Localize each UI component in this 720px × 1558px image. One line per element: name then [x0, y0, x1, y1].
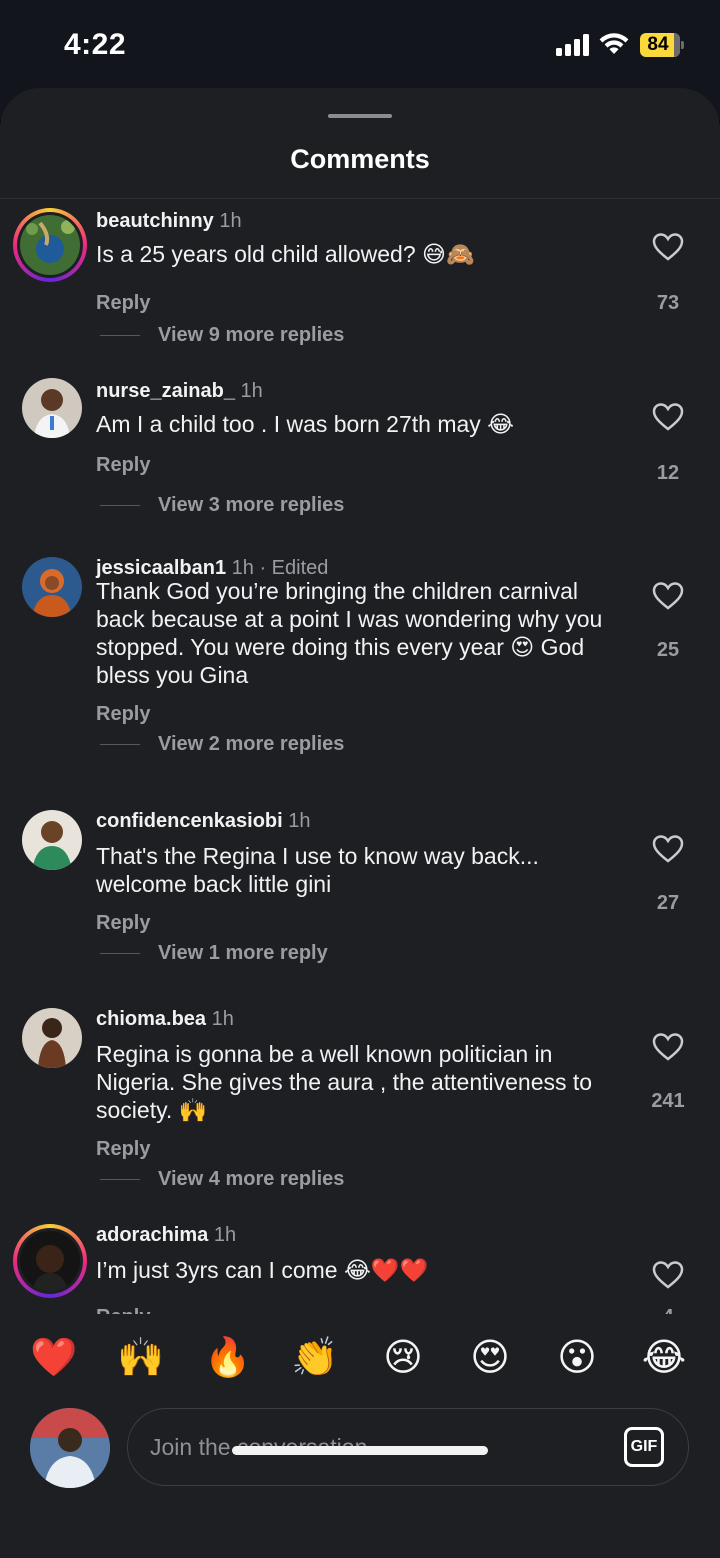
comment-username[interactable]: beautchinny — [96, 210, 214, 232]
comments-sheet: Comments beautchinny 1h Is a 25 years ol… — [0, 88, 720, 1558]
comment-header: chioma.bea 1h — [96, 1008, 234, 1031]
comment-meta: 1h — [240, 380, 263, 402]
like-count: 73 — [656, 292, 680, 314]
like-heart-icon[interactable] — [652, 402, 684, 432]
comment-text: I’m just 3yrs can I come 😂❤️❤️ — [96, 1257, 429, 1283]
reaction-fire[interactable]: 🔥 — [204, 1334, 252, 1382]
comment-username[interactable]: chioma.bea — [96, 1008, 206, 1030]
avatar[interactable] — [22, 378, 82, 438]
reaction-laughing[interactable]: 😂 — [640, 1334, 688, 1382]
comment-header: beautchinny 1h — [96, 210, 242, 233]
comment-text: Is a 25 years old child allowed? 😅🙈 — [96, 241, 475, 267]
like-count: 12 — [656, 462, 680, 484]
view-more-replies[interactable]: View 1 more reply — [100, 942, 328, 965]
wifi-icon — [599, 33, 629, 54]
comment-text: That's the Regina I use to know way back… — [96, 843, 539, 897]
reaction-surprised[interactable]: 😮 — [553, 1334, 601, 1382]
status-bar: 4:22 84 — [0, 0, 720, 90]
reaction-heart-eyes[interactable]: 😍 — [466, 1334, 514, 1382]
view-more-replies-label: View 4 more replies — [158, 1168, 345, 1190]
like-heart-icon[interactable] — [652, 581, 684, 611]
sheet-drag-handle[interactable] — [328, 114, 392, 118]
comment-header: confidencenkasiobi 1h — [96, 810, 311, 833]
comment-username[interactable]: confidencenkasiobi — [96, 810, 283, 832]
comment-text: Regina is gonna be a well known politici… — [96, 1041, 593, 1123]
avatar[interactable] — [13, 208, 87, 282]
reply-button[interactable]: Reply — [96, 703, 150, 726]
comments-list[interactable]: beautchinny 1h Is a 25 years old child a… — [0, 200, 720, 1314]
like-heart-icon[interactable] — [652, 834, 684, 864]
like-heart-icon[interactable] — [652, 1260, 684, 1290]
avatar[interactable] — [13, 1224, 87, 1298]
reaction-heart[interactable]: ❤️ — [30, 1334, 78, 1382]
comment-username[interactable]: nurse_zainab_ — [96, 380, 235, 402]
avatar[interactable] — [22, 1008, 82, 1068]
view-more-replies[interactable]: View 2 more replies — [100, 733, 344, 756]
comment-meta: 1h — [213, 1224, 237, 1246]
sheet-title: Comments — [290, 144, 430, 174]
comment-username[interactable]: jessicaalban1 — [96, 557, 226, 579]
view-more-replies-label: View 3 more replies — [158, 494, 345, 516]
reaction-raised-hands[interactable]: 🙌 — [117, 1334, 165, 1382]
comment-header: adorachima 1h — [96, 1224, 236, 1247]
comment-meta: 1h — [211, 1008, 234, 1030]
comment-username[interactable]: adorachima — [96, 1224, 208, 1246]
comment-meta: 1h — [219, 210, 242, 232]
title-divider — [0, 198, 720, 199]
like-count: 27 — [656, 892, 680, 914]
like-heart-icon[interactable] — [652, 232, 684, 262]
reaction-clapping[interactable]: 👏 — [291, 1334, 339, 1382]
view-more-replies[interactable]: View 4 more replies — [100, 1168, 344, 1191]
comment-text: Thank God you’re bringing the children c… — [96, 578, 603, 688]
reply-button[interactable]: Reply — [96, 912, 150, 935]
battery-level: 84 — [647, 34, 669, 55]
comment-meta: 1h · Edited — [231, 557, 329, 579]
like-count: 241 — [651, 1090, 685, 1112]
emoji-reaction-bar: ❤️ 🙌 🔥 👏 😢 😍 😮 😂 — [0, 1314, 720, 1394]
like-count: 25 — [656, 639, 680, 661]
home-indicator[interactable] — [232, 1446, 488, 1455]
comment-header: nurse_zainab_ 1h — [96, 380, 263, 403]
view-more-replies-label: View 9 more replies — [158, 324, 345, 346]
status-time: 4:22 — [64, 28, 127, 61]
view-more-replies[interactable]: View 3 more replies — [100, 494, 344, 517]
reply-button[interactable]: Reply — [96, 292, 150, 315]
battery-indicator: 84 — [640, 33, 684, 57]
cellular-signal-icon — [556, 34, 589, 56]
reply-button[interactable]: Reply — [96, 1138, 150, 1161]
view-more-replies[interactable]: View 9 more replies — [100, 324, 344, 347]
like-count: 4 — [628, 1306, 708, 1314]
avatar[interactable] — [22, 557, 82, 617]
current-user-avatar[interactable] — [30, 1408, 110, 1488]
avatar[interactable] — [22, 810, 82, 870]
like-heart-icon[interactable] — [652, 1032, 684, 1062]
gif-button[interactable]: GIF — [624, 1427, 664, 1467]
reply-button[interactable]: Reply — [96, 1306, 150, 1314]
view-more-replies-label: View 2 more replies — [158, 733, 345, 755]
reply-button[interactable]: Reply — [96, 454, 150, 477]
reaction-crying[interactable]: 😢 — [379, 1334, 427, 1382]
view-more-replies-label: View 1 more reply — [158, 942, 328, 964]
comment-meta: 1h — [288, 810, 311, 832]
comment-text: Am I a child too . I was born 27th may 😂 — [96, 411, 515, 437]
